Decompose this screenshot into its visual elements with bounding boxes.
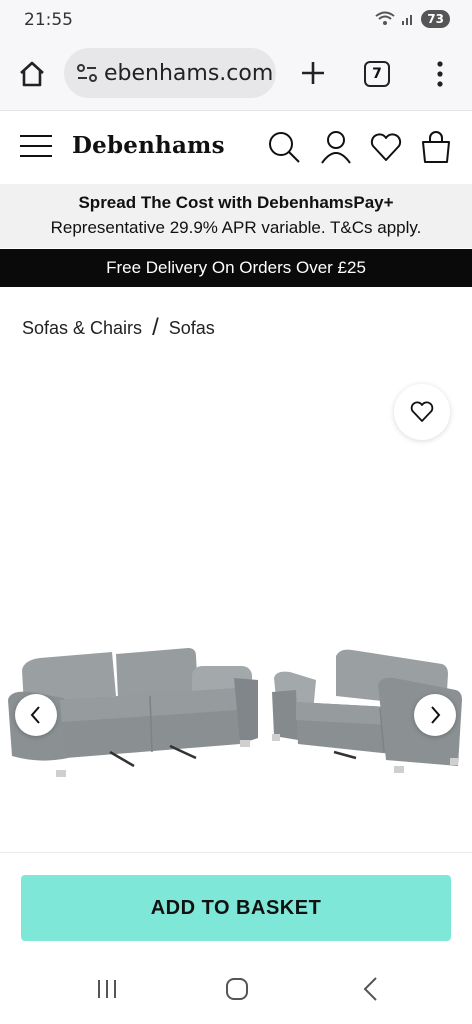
promo-subtitle: Representative 29.9% APR variable. T&Cs … [50, 218, 422, 237]
site-header: Debenhams [0, 111, 472, 184]
add-to-wishlist-button[interactable] [394, 384, 450, 440]
tab-switcher-button[interactable]: 7 [364, 61, 390, 87]
breadcrumb-item-sofas-chairs[interactable]: Sofas & Chairs [22, 318, 142, 339]
finance-promo-banner[interactable]: Spread The Cost with DebenhamsPay+ Repre… [0, 184, 472, 248]
chevron-right-icon [431, 706, 441, 724]
add-to-basket-button[interactable]: ADD TO BASKET [21, 875, 451, 941]
status-icons: 73 [375, 10, 450, 28]
gallery-next-button[interactable] [414, 694, 456, 736]
signal-icon [402, 15, 413, 25]
product-image-sofa-set [8, 648, 462, 777]
status-time: 21:55 [24, 10, 73, 30]
delivery-banner[interactable]: Free Delivery On Orders Over £25 [0, 249, 472, 287]
home-icon[interactable] [16, 58, 48, 90]
url-text[interactable]: ebenhams.com [104, 61, 273, 86]
heart-icon [410, 401, 434, 422]
search-icon[interactable] [266, 129, 302, 165]
basket-icon[interactable] [418, 129, 454, 165]
address-bar[interactable]: ebenhams.com [64, 48, 276, 98]
home-nav-icon[interactable] [222, 974, 252, 1004]
promo-title: Spread The Cost with DebenhamsPay+ [78, 193, 394, 212]
system-navigation-bar [0, 952, 472, 1024]
breadcrumb-separator: / [152, 314, 159, 341]
new-tab-icon[interactable] [296, 56, 330, 90]
sticky-cta-bar: ADD TO BASKET [0, 852, 472, 953]
browser-toolbar: ebenhams.com 7 [0, 40, 472, 111]
breadcrumb-item-sofas[interactable]: Sofas [169, 318, 215, 339]
site-logo[interactable]: Debenhams [72, 132, 225, 159]
account-icon[interactable] [318, 129, 354, 165]
status-bar: 21:55 73 [0, 0, 472, 40]
site-settings-icon[interactable] [76, 62, 98, 84]
breadcrumb: Sofas & Chairs / Sofas [22, 314, 215, 342]
hamburger-menu-icon[interactable] [20, 133, 52, 159]
chevron-left-icon [30, 706, 40, 724]
wishlist-icon[interactable] [368, 129, 404, 165]
recent-apps-icon[interactable] [92, 974, 122, 1004]
more-options-icon[interactable] [428, 58, 452, 90]
gallery-prev-button[interactable] [15, 694, 57, 736]
back-icon[interactable] [356, 974, 386, 1004]
wifi-icon [375, 11, 395, 25]
battery-icon: 73 [421, 10, 450, 28]
